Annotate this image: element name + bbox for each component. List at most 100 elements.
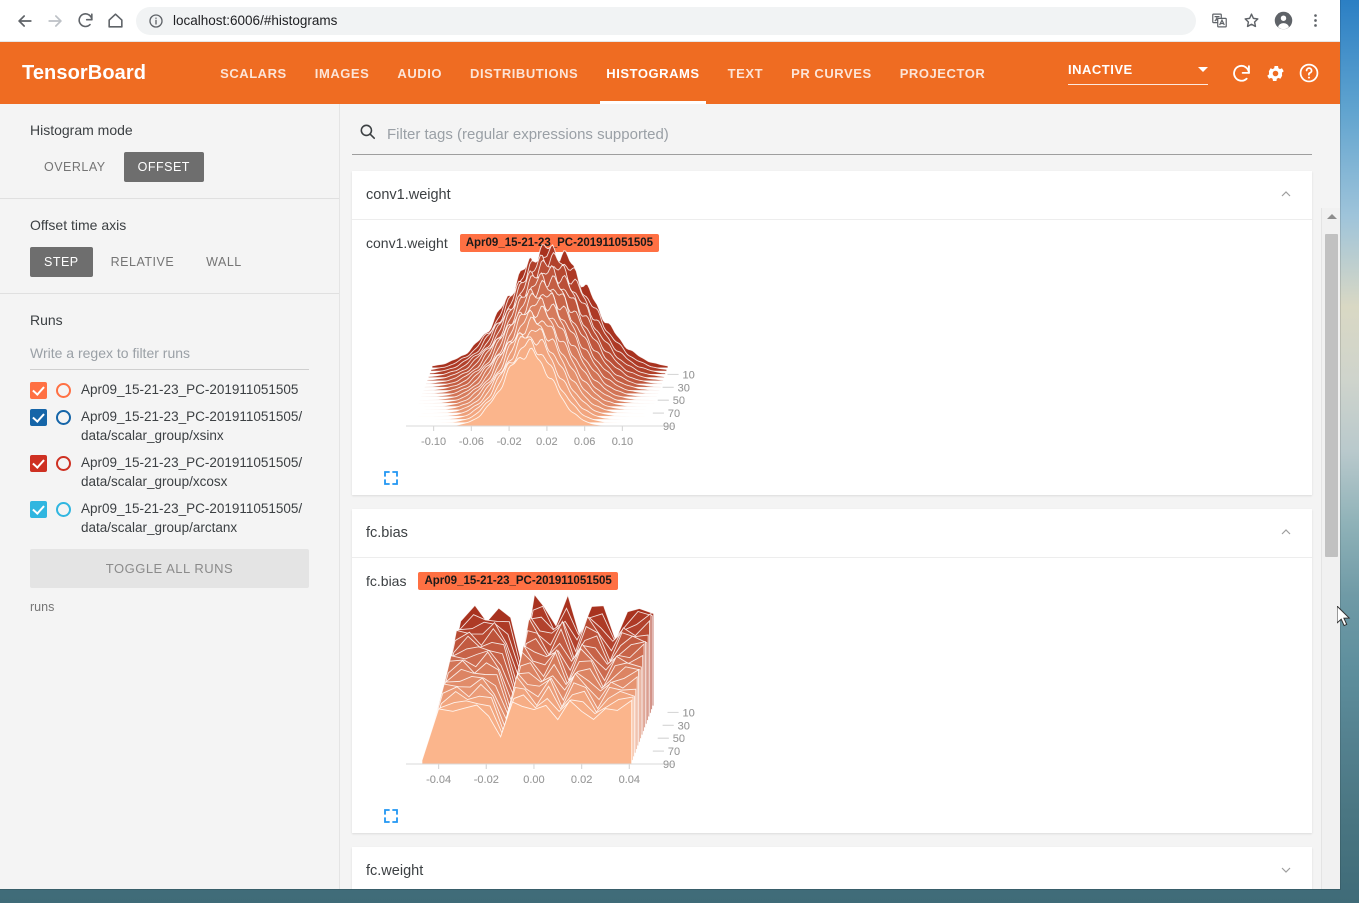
chevron-up-icon[interactable] (1278, 186, 1294, 205)
run-label: Apr09_15-21-23_PC-201911051505/data/scal… (81, 455, 303, 489)
toggle-all-runs-button[interactable]: TOGGLE ALL RUNS (30, 549, 309, 588)
time-axis-option-step[interactable]: STEP (30, 247, 93, 277)
bookmark-star-icon[interactable] (1236, 6, 1266, 36)
x-tick-label: 0.10 (612, 436, 633, 448)
run-checkbox[interactable] (30, 455, 47, 472)
y-tick-label: 30 (678, 720, 690, 732)
forward-arrow-icon[interactable] (40, 6, 70, 36)
y-tick-label: 10 (683, 369, 695, 381)
reload-icon[interactable] (70, 6, 100, 36)
histogram-chart[interactable]: -0.04 -0.02 0.00 0.02 0.04 10 30 50 70 90 -0.04 -0.… (384, 593, 695, 801)
histogram-mode-option-offset[interactable]: OFFSET (123, 152, 204, 182)
runs-title: Runs (30, 312, 63, 328)
run-list-item[interactable]: Apr09_15-21-23_PC-201911051505/data/scal… (30, 495, 309, 541)
expand-fullscreen-icon[interactable] (382, 807, 400, 825)
y-tick-label: 30 (678, 382, 690, 394)
tag-card: fc.bias fc.bias Apr09_15-21-23_PC-20191105… (352, 509, 1312, 833)
run-list-item[interactable]: Apr09_15-21-23_PC-201911051505/data/scal… (30, 403, 309, 449)
reload-icon[interactable] (1226, 58, 1256, 88)
tab-audio[interactable]: AUDIO (383, 42, 456, 104)
tensorboard-header: TensorBoard SCALARS IMAGES AUDIO DISTRIBUTI… (0, 42, 1340, 104)
tag-card: conv1.weight conv1.weight Apr09_15-21-23_P… (352, 171, 1312, 495)
expand-fullscreen-icon[interactable] (382, 469, 400, 487)
tab-scalars[interactable]: SCALARS (206, 42, 301, 104)
run-filter-input[interactable] (30, 342, 309, 370)
x-tick-label: -0.10 (421, 436, 446, 448)
back-arrow-icon[interactable] (10, 6, 40, 36)
run-list: Apr09_15-21-23_PC-201911051505 Apr09_15-2… (30, 376, 309, 541)
x-tick-label: -0.04 (426, 774, 451, 786)
run-color-ring-icon[interactable] (56, 502, 71, 517)
tag-card-header[interactable]: fc.weight (352, 847, 1312, 889)
run-label: Apr09_15-21-23_PC-201911051505 (81, 382, 299, 397)
x-tick-label: -0.02 (497, 436, 522, 448)
y-tick-label: 70 (668, 408, 680, 420)
tag-card-body: conv1.weight Apr09_15-21-23_PC-2019110515… (352, 219, 1312, 495)
runs-section: Runs Apr09_15-21-23_PC-201911051505Apr09… (0, 294, 339, 630)
y-tick-label: 70 (668, 746, 680, 758)
run-list-item[interactable]: Apr09_15-21-23_PC-201911051505/data/scal… (30, 449, 309, 495)
time-axis-option-relative[interactable]: RELATIVE (97, 247, 189, 277)
time-axis-option-wall[interactable]: WALL (192, 247, 256, 277)
tab-histograms[interactable]: HISTOGRAMS (592, 42, 713, 104)
x-tick-label: -0.02 (474, 774, 499, 786)
tag-card-header[interactable]: conv1.weight (352, 171, 1312, 219)
tag-card-header[interactable]: fc.bias (352, 509, 1312, 557)
x-tick-label: 0.02 (571, 774, 592, 786)
histogram-mode-option-overlay[interactable]: OVERLAY (30, 152, 120, 182)
run-list-item[interactable]: Apr09_15-21-23_PC-201911051505 (30, 376, 309, 403)
run-checkbox[interactable] (30, 382, 47, 399)
tab-distributions[interactable]: DISTRIBUTIONS (456, 42, 592, 104)
header-right-actions: INACTIVE (1068, 42, 1324, 104)
tag-card: fc.weight (352, 847, 1312, 889)
tab-pr-curves[interactable]: PR CURVES (777, 42, 886, 104)
help-icon[interactable] (1294, 58, 1324, 88)
tensorboard-body: Histogram mode OVERLAY OFFSET Offset time… (0, 104, 1340, 889)
histogram-chart[interactable]: -0.10 -0.06 -0.02 0.02 0.06 0.10 10 30 50 70 90 -0.… (384, 244, 695, 463)
histogram-mode-title: Histogram mode (30, 122, 133, 138)
offset-time-axis-title: Offset time axis (30, 217, 127, 233)
tab-projector[interactable]: PROJECTOR (886, 42, 1000, 104)
x-tick-label: 0.00 (523, 774, 544, 786)
site-info-icon[interactable] (148, 13, 164, 29)
run-color-ring-icon[interactable] (56, 383, 71, 398)
y-tick-label: 50 (673, 733, 685, 745)
tab-text[interactable]: TEXT (714, 42, 777, 104)
three-dot-menu-icon[interactable] (1300, 6, 1330, 36)
run-badge: Apr09_15-21-23_PC-201911051505 (459, 234, 660, 252)
run-status-value: INACTIVE (1068, 61, 1133, 77)
gear-icon[interactable] (1260, 58, 1290, 88)
chevron-down-icon (1198, 66, 1208, 72)
x-tick-label: 0.04 (619, 774, 640, 786)
scrollbar-thumb[interactable] (1325, 234, 1338, 557)
tab-images[interactable]: IMAGES (301, 42, 384, 104)
run-color-ring-icon[interactable] (56, 410, 71, 425)
sidebar: Histogram mode OVERLAY OFFSET Offset time… (0, 104, 340, 889)
run-checkbox[interactable] (30, 409, 47, 426)
home-icon[interactable] (100, 6, 130, 36)
chevron-down-icon[interactable] (1278, 862, 1294, 881)
profile-avatar-icon[interactable] (1268, 6, 1298, 36)
address-bar[interactable]: localhost:6006/#histograms (136, 6, 1196, 35)
filter-tags-input[interactable] (387, 125, 1308, 143)
y-tick-label: 10 (683, 707, 695, 719)
chart-header: fc.bias Apr09_15-21-23_PC-201911051505 (366, 572, 1312, 590)
chevron-up-icon[interactable] (1278, 524, 1294, 543)
main-scrollbar[interactable] (1321, 208, 1340, 889)
chart-title: fc.bias (366, 573, 407, 589)
run-checkbox[interactable] (30, 501, 47, 518)
scroll-up-arrow[interactable] (1322, 208, 1340, 225)
y-tick-label: 90 (663, 421, 675, 433)
tensorboard-logo: TensorBoard (22, 61, 147, 84)
offset-time-axis-section: Offset time axis STEP RELATIVE WALL (0, 199, 339, 294)
run-status-dropdown[interactable]: INACTIVE (1068, 62, 1208, 85)
run-label: Apr09_15-21-23_PC-201911051505/data/scal… (81, 501, 303, 535)
translate-icon[interactable] (1204, 6, 1234, 36)
browser-toolbar: localhost:6006/#histograms (0, 0, 1340, 42)
run-color-ring-icon[interactable] (56, 456, 71, 471)
tag-card-list: conv1.weight conv1.weight Apr09_15-21-23_P… (348, 171, 1322, 889)
histogram-svg: -0.10 -0.06 -0.02 0.02 0.06 0.101030507090-0.… (406, 244, 695, 448)
x-tick-label: 0.06 (574, 436, 595, 448)
chart-title: conv1.weight (366, 235, 448, 251)
histogram-svg: -0.04 -0.02 0.00 0.02 0.041030507090-0.04 -0.… (406, 593, 695, 786)
